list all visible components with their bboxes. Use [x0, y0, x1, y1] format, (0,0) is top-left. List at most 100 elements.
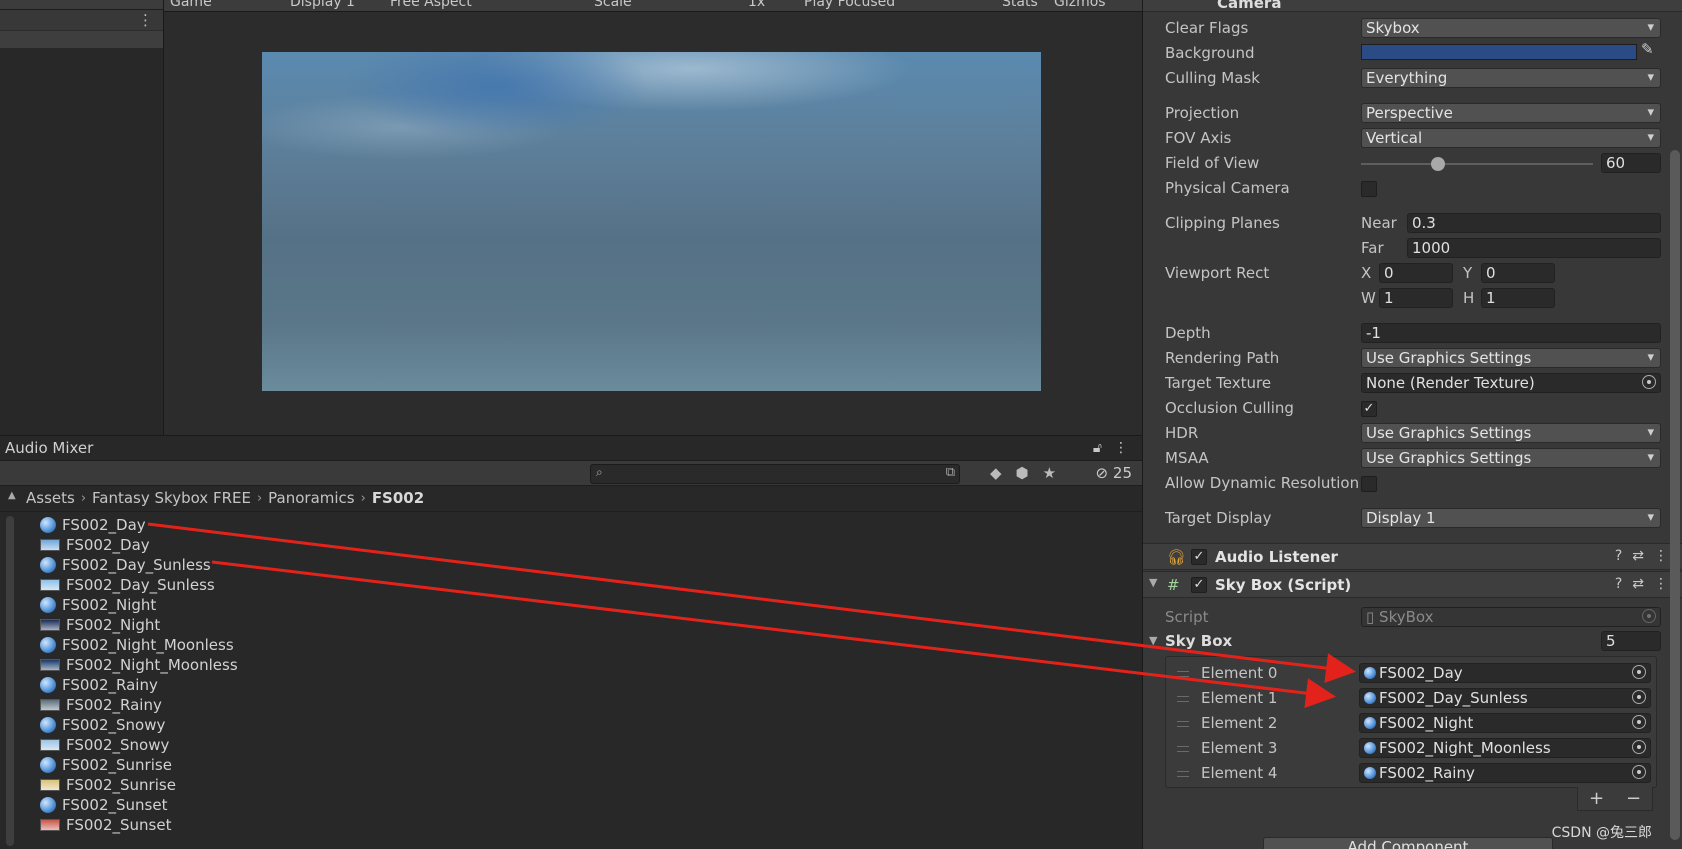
element-object-field[interactable]: FS002_Night_Moonless — [1359, 738, 1651, 758]
breadcrumb-assets[interactable]: Assets — [26, 489, 75, 507]
list-item[interactable]: FS002_Rainy — [40, 695, 238, 715]
element-object-field[interactable]: FS002_Night — [1359, 713, 1651, 733]
array-size-field[interactable]: 5 — [1601, 631, 1661, 651]
object-picker-icon[interactable] — [1632, 715, 1646, 729]
list-item[interactable]: FS002_Sunrise — [40, 755, 238, 775]
filter-label-icon[interactable]: ⬢ — [1016, 464, 1029, 482]
help-icon[interactable]: ? — [1615, 548, 1622, 564]
drag-handle-icon[interactable] — [1177, 696, 1189, 702]
skybox-script-enabled-checkbox[interactable]: ✓ — [1191, 577, 1207, 593]
fov-axis-dropdown[interactable]: Vertical — [1361, 128, 1661, 148]
display-dropdown[interactable]: Display 1 — [290, 0, 355, 10]
inspector-scrollbar[interactable] — [1670, 150, 1680, 840]
search-options-icon[interactable]: ⧉ — [946, 465, 955, 480]
far-field[interactable]: 1000 — [1407, 238, 1661, 258]
target-display-dropdown[interactable]: Display 1 — [1361, 508, 1661, 528]
aspect-dropdown[interactable]: Free Aspect — [390, 0, 472, 10]
audio-listener-header[interactable]: 🎧︎ ✓ Audio Listener ? ⇄ ⋮ — [1143, 543, 1682, 570]
list-item[interactable]: FS002_Day_Sunless — [40, 555, 238, 575]
fov-slider-track[interactable] — [1361, 163, 1593, 165]
drag-handle-icon[interactable] — [1177, 721, 1189, 727]
fov-value-field[interactable]: 60 — [1601, 153, 1661, 173]
object-picker-icon[interactable] — [1632, 740, 1646, 754]
physical-camera-checkbox[interactable] — [1361, 181, 1377, 197]
list-item[interactable]: FS002_Snowy — [40, 735, 238, 755]
viewport-w-field[interactable]: 1 — [1379, 288, 1453, 308]
viewport-h-field[interactable]: 1 — [1481, 288, 1555, 308]
hdr-dropdown[interactable]: Use Graphics Settings — [1361, 423, 1661, 443]
drag-handle-icon[interactable] — [1177, 671, 1189, 677]
object-picker-icon[interactable] — [1642, 375, 1656, 389]
list-item[interactable]: FS002_Day — [40, 515, 238, 535]
favorite-star-icon[interactable]: ★ — [1043, 464, 1056, 482]
list-item[interactable]: FS002_Night — [40, 595, 238, 615]
element-object-field[interactable]: FS002_Rainy — [1359, 763, 1651, 783]
scrollbar[interactable] — [6, 516, 14, 846]
presets-icon[interactable]: ⇄ — [1632, 576, 1644, 592]
fold-arrow-icon[interactable]: ▼ — [1149, 634, 1157, 647]
more-vert-icon[interactable]: ⋮ — [1654, 576, 1668, 592]
fov-slider-knob[interactable] — [1430, 157, 1445, 171]
list-item[interactable]: FS002_Sunset — [40, 815, 238, 835]
breadcrumb-fs002[interactable]: FS002 — [372, 489, 424, 507]
eyedropper-icon[interactable]: ✎ — [1641, 40, 1654, 58]
element-object-field[interactable]: FS002_Day — [1359, 663, 1651, 683]
msaa-dropdown[interactable]: Use Graphics Settings — [1361, 448, 1661, 468]
list-item[interactable]: FS002_Snowy — [40, 715, 238, 735]
list-item[interactable]: FS002_Rainy — [40, 675, 238, 695]
scroll-up-icon[interactable]: ▲ — [8, 490, 16, 501]
hierarchy-selected-row[interactable] — [0, 30, 163, 48]
dynamic-resolution-checkbox[interactable] — [1361, 476, 1377, 492]
list-item[interactable]: FS002_Day — [40, 535, 238, 555]
file-name: FS002_Day — [66, 536, 150, 554]
add-element-button[interactable]: + — [1589, 788, 1604, 809]
list-item[interactable]: FS002_Night — [40, 615, 238, 635]
presets-icon[interactable]: ⇄ — [1632, 548, 1644, 564]
viewport-y-field[interactable]: 0 — [1481, 263, 1555, 283]
near-field[interactable]: 0.3 — [1407, 213, 1661, 233]
list-item[interactable]: FS002_Sunset — [40, 795, 238, 815]
breadcrumb-panoramics[interactable]: Panoramics — [268, 489, 354, 507]
drag-handle-icon[interactable] — [1177, 771, 1189, 777]
play-mode-dropdown[interactable]: Play Focused — [804, 0, 895, 10]
filter-type-icon[interactable]: ◆ — [990, 464, 1002, 482]
target-texture-field[interactable]: None (Render Texture) — [1361, 373, 1661, 393]
more-vert-icon[interactable]: ⋮ — [1654, 548, 1668, 564]
projection-dropdown[interactable]: Perspective — [1361, 103, 1661, 123]
list-item[interactable]: FS002_Night_Moonless — [40, 655, 238, 675]
fold-arrow-icon[interactable]: ▼ — [1149, 576, 1157, 589]
culling-mask-dropdown[interactable]: Everything — [1361, 68, 1661, 88]
breadcrumb-fantasy-skybox[interactable]: Fantasy Skybox FREE — [92, 489, 251, 507]
script-field: ▯ SkyBox — [1361, 607, 1661, 627]
lock-icon[interactable]: 🔓︎ — [1093, 440, 1102, 456]
viewport-x-field[interactable]: 0 — [1379, 263, 1453, 283]
panel-title[interactable]: Audio Mixer — [5, 439, 93, 457]
object-picker-icon[interactable] — [1632, 665, 1646, 679]
help-icon[interactable]: ? — [1615, 576, 1622, 592]
more-vert-icon[interactable]: ⋮ — [1114, 440, 1128, 456]
camera-component-header[interactable]: Camera — [1143, 0, 1682, 12]
search-input[interactable]: ⌕ ⧉ — [590, 464, 960, 484]
object-picker-icon[interactable] — [1632, 690, 1646, 704]
rendering-path-dropdown[interactable]: Use Graphics Settings — [1361, 348, 1661, 368]
game-tab[interactable]: Game — [170, 0, 212, 10]
depth-field[interactable]: -1 — [1361, 323, 1661, 343]
gizmos-button[interactable]: Gizmos — [1054, 0, 1106, 10]
skybox-array-label[interactable]: Sky Box — [1165, 632, 1232, 650]
drag-handle-icon[interactable] — [1177, 746, 1189, 752]
list-item[interactable]: FS002_Sunrise — [40, 775, 238, 795]
list-item[interactable]: FS002_Day_Sunless — [40, 575, 238, 595]
background-color-field[interactable] — [1361, 44, 1637, 60]
skybox-script-header[interactable]: ▼ # ✓ Sky Box (Script) ? ⇄ ⋮ — [1143, 571, 1682, 598]
more-vert-icon[interactable]: ⋮ — [138, 11, 153, 29]
add-component-button[interactable]: Add Component — [1263, 837, 1553, 849]
stats-button[interactable]: Stats — [1002, 0, 1038, 10]
remove-element-button[interactable]: − — [1626, 788, 1641, 809]
audio-listener-enabled-checkbox[interactable]: ✓ — [1191, 549, 1207, 565]
list-item[interactable]: FS002_Night_Moonless — [40, 635, 238, 655]
object-picker-icon[interactable] — [1632, 765, 1646, 779]
clear-flags-dropdown[interactable]: Skybox — [1361, 18, 1661, 38]
hidden-packages-count[interactable]: ⊘ 25 — [1096, 464, 1132, 482]
occlusion-culling-checkbox[interactable]: ✓ — [1361, 401, 1377, 417]
element-object-field[interactable]: FS002_Day_Sunless — [1359, 688, 1651, 708]
